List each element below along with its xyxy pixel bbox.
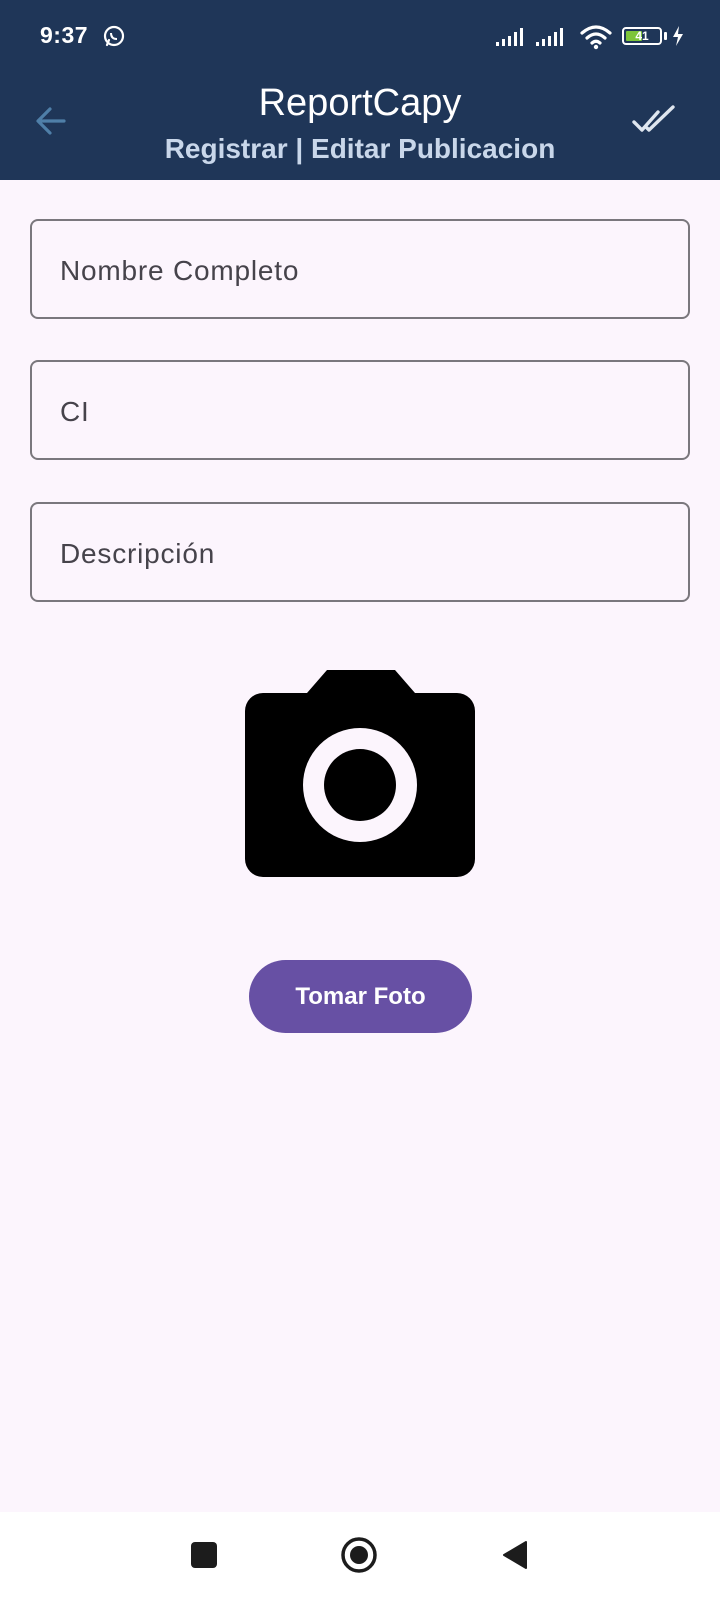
back-triangle-icon[interactable] (502, 1540, 528, 1570)
descripcion-field[interactable]: Descripción (30, 502, 690, 602)
app-subtitle: Registrar | Editar Publicacion (164, 133, 556, 164)
recents-square-icon[interactable] (191, 1542, 217, 1568)
charging-bolt-icon (673, 26, 683, 46)
status-time: 9:37 (40, 22, 89, 48)
camera-icon (245, 670, 475, 877)
ci-field[interactable]: CI (30, 360, 690, 460)
home-circle-icon[interactable] (340, 1536, 378, 1574)
app-title: ReportCapy (258, 82, 462, 124)
nombre-completo-label: Nombre Completo (60, 255, 300, 286)
ci-label: CI (60, 396, 90, 427)
wifi-icon (580, 25, 612, 50)
nombre-completo-field[interactable]: Nombre Completo (30, 219, 690, 319)
signal-icon (496, 28, 523, 46)
double-check-icon[interactable] (632, 104, 676, 138)
take-photo-button[interactable]: Tomar Foto (249, 960, 472, 1033)
battery-tip (664, 32, 667, 40)
battery-icon: 41 (622, 27, 662, 45)
top-app-bar: 9:37 41 ReportCapy Registrar | Editar Pu… (0, 0, 720, 180)
descripcion-label: Descripción (60, 538, 216, 569)
whatsapp-icon (103, 25, 125, 47)
battery-level: 41 (635, 29, 649, 43)
signal-icon (536, 28, 563, 46)
system-nav-bar (0, 1512, 720, 1600)
